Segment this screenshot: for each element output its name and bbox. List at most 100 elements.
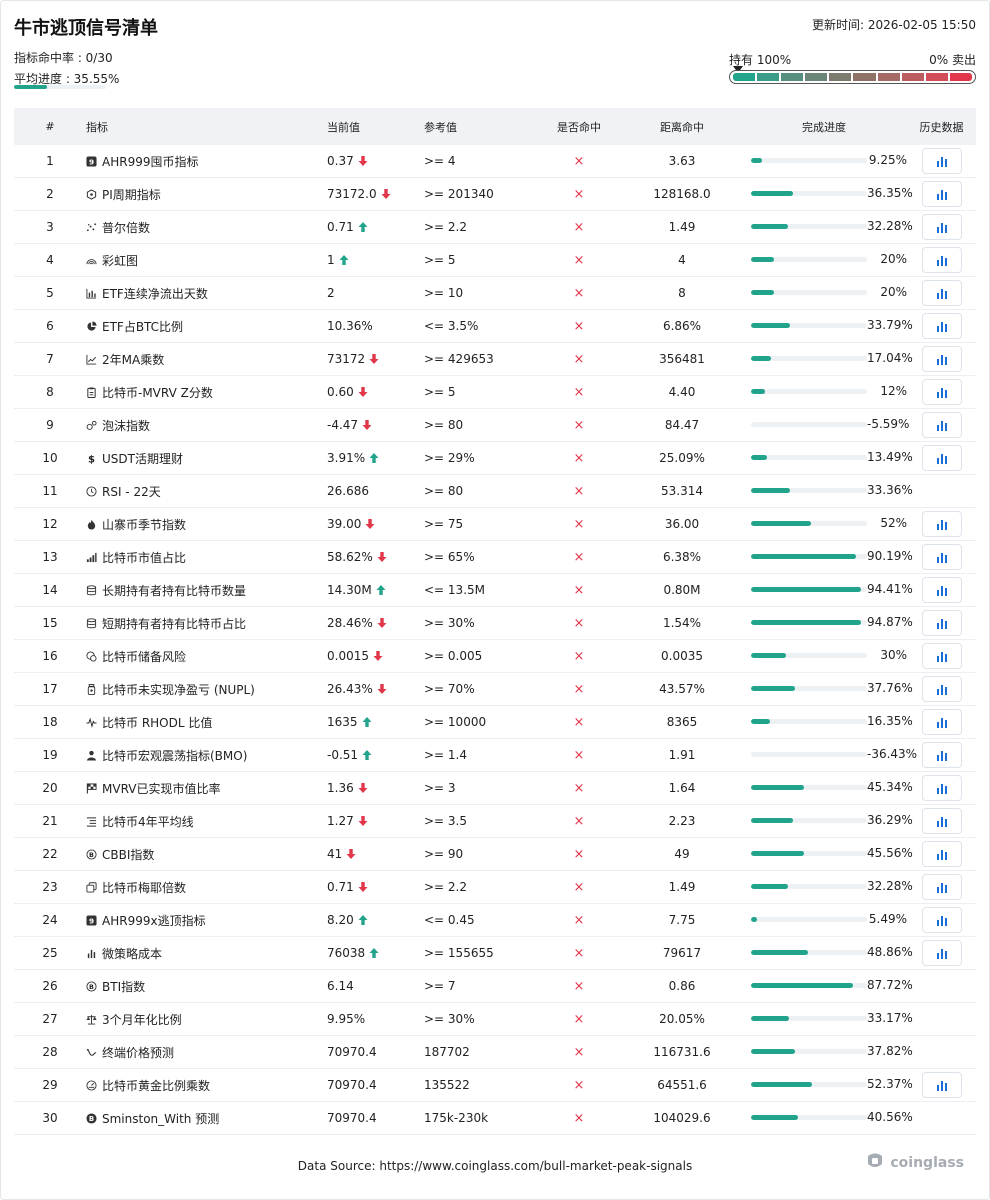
history-chart-button[interactable] bbox=[921, 775, 962, 801]
table-row: 16 比特币储备风险 0.0015 >= 0.005 × 0.0035 30% bbox=[14, 640, 976, 673]
current-value: -4.47 bbox=[327, 418, 359, 432]
reference-value: <= 3.5% bbox=[424, 319, 479, 333]
history-chart-button[interactable] bbox=[921, 907, 962, 933]
progress-cell: 30% bbox=[741, 647, 907, 664]
progress-cell: 94.87% bbox=[741, 614, 913, 631]
history-chart-button[interactable] bbox=[921, 247, 962, 273]
bar-chart-icon bbox=[936, 750, 948, 761]
not-hit-cross-icon: × bbox=[573, 186, 585, 202]
distance-value: 1.54% bbox=[662, 616, 702, 630]
average-progress-fill bbox=[14, 85, 47, 89]
trend-down-icon bbox=[377, 684, 387, 694]
progress-cell: 36.29% bbox=[741, 812, 913, 829]
history-chart-button[interactable] bbox=[921, 280, 962, 306]
history-chart-button[interactable] bbox=[921, 676, 962, 702]
scale-segment bbox=[901, 73, 924, 81]
indicator-name-cell: 比特币-MVRV Z分数 bbox=[86, 384, 327, 401]
progress-bar bbox=[751, 455, 867, 461]
row-index: 14 bbox=[42, 583, 58, 597]
indicator-name: CBBI指数 bbox=[102, 847, 155, 862]
current-value-cell: 76038 bbox=[327, 946, 424, 960]
progress-bar-fill bbox=[751, 1049, 795, 1055]
bar-chart-icon bbox=[936, 783, 948, 794]
reserve-icon bbox=[86, 650, 97, 662]
bar-chart-icon bbox=[936, 156, 948, 167]
history-chart-button[interactable] bbox=[921, 148, 962, 174]
progress-bar bbox=[751, 620, 867, 626]
hit-status-cell: × bbox=[535, 1045, 623, 1060]
bar-chart-icon bbox=[936, 387, 948, 398]
nine-badge-icon: 9 bbox=[86, 914, 97, 926]
current-value: 0.71 bbox=[327, 880, 354, 894]
history-chart-button[interactable] bbox=[921, 181, 962, 207]
progress-cell: 52% bbox=[741, 515, 907, 532]
history-chart-button[interactable] bbox=[921, 214, 962, 240]
table-row: 26 B BTI指数 6.14 >= 7 × 0.86 87.72% bbox=[14, 970, 976, 1003]
progress-value: 36.29% bbox=[867, 813, 913, 828]
not-hit-cross-icon: × bbox=[573, 483, 585, 499]
history-cell bbox=[907, 379, 976, 405]
history-chart-button[interactable] bbox=[921, 511, 962, 537]
history-chart-button[interactable] bbox=[921, 544, 962, 570]
scatter-icon bbox=[86, 222, 97, 233]
trend-down-icon bbox=[365, 519, 375, 529]
history-chart-button[interactable] bbox=[921, 1072, 962, 1098]
history-chart-button[interactable] bbox=[921, 577, 962, 603]
row-index: 1 bbox=[46, 154, 54, 168]
hit-status-cell: × bbox=[535, 517, 623, 532]
indicator-name: 彩虹图 bbox=[102, 253, 139, 268]
distance-value: 49 bbox=[674, 847, 690, 861]
distance-value: 3.63 bbox=[668, 154, 696, 168]
history-chart-button[interactable] bbox=[921, 841, 962, 867]
history-chart-button[interactable] bbox=[921, 313, 962, 339]
history-chart-button[interactable] bbox=[921, 412, 962, 438]
distance-value: 79617 bbox=[662, 946, 702, 960]
hit-status-cell: × bbox=[535, 682, 623, 697]
progress-bar bbox=[751, 785, 867, 791]
current-value-cell: 26.43% bbox=[327, 682, 424, 696]
progress-bar bbox=[751, 521, 867, 527]
row-index: 18 bbox=[42, 715, 58, 729]
history-chart-button[interactable] bbox=[921, 709, 962, 735]
table-row: 8 比特币-MVRV Z分数 0.60 >= 5 × 4.40 12% bbox=[14, 376, 976, 409]
pulse-icon bbox=[86, 717, 97, 728]
indicator-name-cell: 短期持有者持有比特币占比 bbox=[86, 615, 327, 632]
history-chart-button[interactable] bbox=[921, 610, 962, 636]
bar-chart-icon bbox=[936, 321, 948, 332]
reference-value: >= 29% bbox=[424, 451, 475, 465]
reference-value: >= 5 bbox=[424, 253, 456, 267]
history-chart-button[interactable] bbox=[921, 940, 962, 966]
indicator-name-cell: 9 AHR999囤币指标 bbox=[86, 153, 327, 170]
history-chart-button[interactable] bbox=[921, 742, 962, 768]
reference-value: >= 155655 bbox=[424, 946, 494, 960]
history-cell bbox=[907, 841, 976, 867]
current-value-cell: 0.60 bbox=[327, 385, 424, 399]
history-chart-button[interactable] bbox=[921, 445, 962, 471]
progress-value: 94.41% bbox=[867, 582, 913, 597]
history-chart-button[interactable] bbox=[921, 643, 962, 669]
indicator-name-cell: MVRV已实现市值比率 bbox=[86, 780, 327, 797]
row-index: 5 bbox=[46, 286, 54, 300]
not-hit-cross-icon: × bbox=[573, 648, 585, 664]
not-hit-cross-icon: × bbox=[573, 252, 585, 268]
history-chart-button[interactable] bbox=[921, 808, 962, 834]
current-value: 8.20 bbox=[327, 913, 354, 927]
list-icon bbox=[86, 816, 97, 827]
header-hit: 是否命中 bbox=[557, 120, 601, 134]
history-chart-button[interactable] bbox=[921, 874, 962, 900]
bar-chart-icon bbox=[936, 816, 948, 827]
progress-bar bbox=[751, 554, 867, 560]
indicator-name-cell: 微策略成本 bbox=[86, 945, 327, 962]
progress-cell: 87.72% bbox=[741, 977, 913, 994]
current-value: 70970.4 bbox=[327, 1078, 377, 1092]
current-value-cell: 70970.4 bbox=[327, 1045, 424, 1059]
distance-value: 4.40 bbox=[668, 385, 696, 399]
history-chart-button[interactable] bbox=[921, 379, 962, 405]
progress-value: 33.79% bbox=[867, 318, 913, 333]
progress-value: 52.37% bbox=[867, 1077, 913, 1092]
row-index: 2 bbox=[46, 187, 54, 201]
history-chart-button[interactable] bbox=[921, 346, 962, 372]
trend-up-icon bbox=[362, 717, 372, 727]
reference-value: <= 13.5M bbox=[424, 583, 485, 597]
progress-bar bbox=[751, 752, 867, 758]
